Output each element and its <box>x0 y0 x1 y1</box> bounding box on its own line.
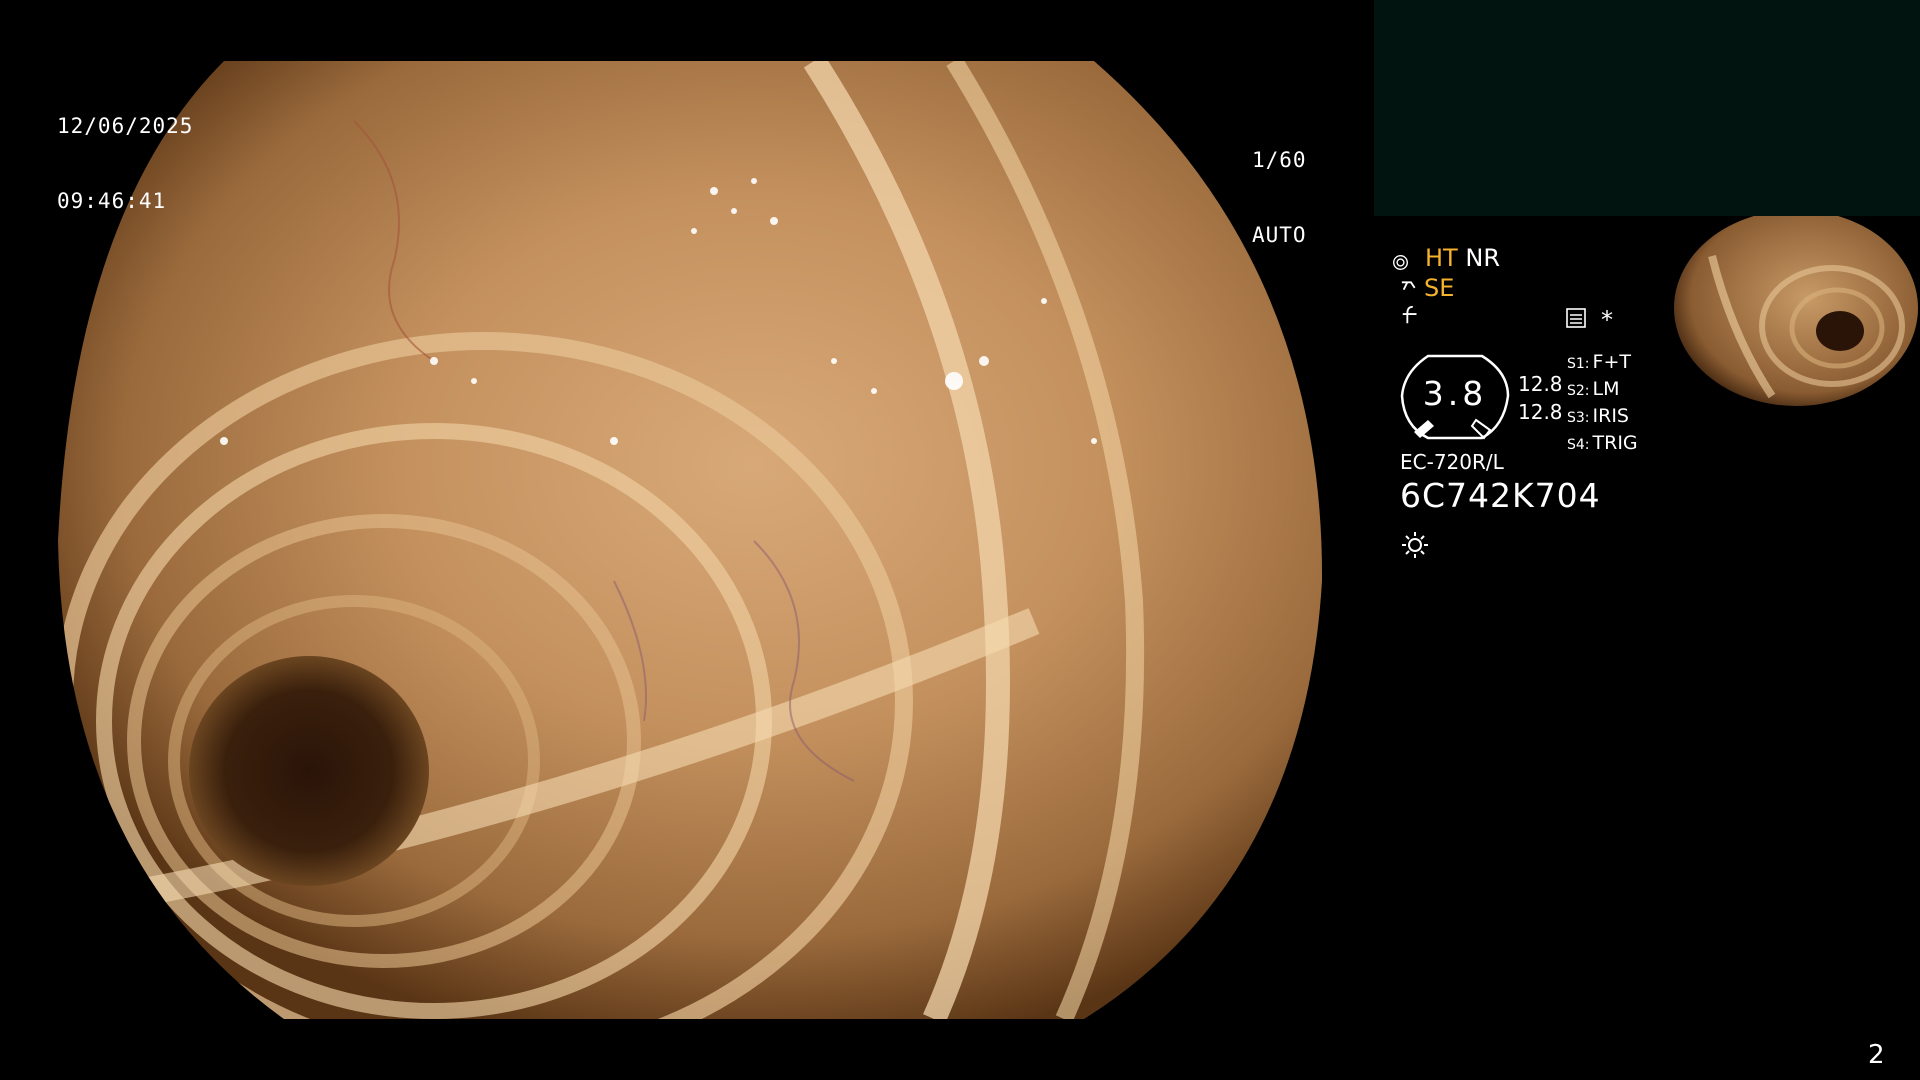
mode-nr-label: NR <box>1465 244 1500 272</box>
date-time-readout: 12/06/2025 09:46:41 <box>57 64 193 239</box>
date-label: 12/06/2025 <box>57 114 194 138</box>
switch-key: S2: <box>1567 383 1590 399</box>
asterisk-indicator: * <box>1601 306 1613 334</box>
switch-value: TRIG <box>1592 432 1638 454</box>
scope-switch-list: S1: F+T S2: LM S3: IRIS S4: TRIG <box>1567 350 1638 458</box>
enhance-value-1: 12.8 <box>1518 372 1563 396</box>
scope-serial-label: 6C742K704 <box>1400 476 1601 515</box>
zoom-badge: 3.8 <box>1400 352 1510 440</box>
exposure-mode-label: AUTO <box>1252 223 1307 247</box>
image-mode-row: HT NR <box>1425 244 1500 272</box>
switch-value: LM <box>1592 378 1620 400</box>
iris-icon <box>1311 227 1409 270</box>
switch-value: IRIS <box>1592 405 1629 427</box>
zoom-value: 3.8 <box>1422 374 1488 413</box>
freeze-row <box>1400 304 1422 332</box>
switch-item: S2: LM <box>1567 377 1638 404</box>
pip-panel <box>1374 0 1920 216</box>
shutter-speed-label: 1/60 <box>1252 148 1307 172</box>
page-number: 2 <box>1868 1040 1885 1070</box>
enhance-values: 12.8 12.8 <box>1518 370 1563 426</box>
structure-enhance-row: SE <box>1400 274 1454 302</box>
light-source-icon <box>1400 530 1430 560</box>
freeze-icon <box>1400 304 1422 332</box>
switch-key: S3: <box>1567 410 1590 426</box>
switch-item: S1: F+T <box>1567 350 1638 377</box>
switch-key: S1: <box>1567 356 1590 372</box>
switch-key: S4: <box>1567 437 1590 453</box>
record-indicators: * <box>1565 306 1613 334</box>
switch-item: S3: IRIS <box>1567 404 1638 431</box>
scope-model-label: EC-720R/L <box>1400 450 1504 474</box>
mode-ht-label: HT <box>1425 244 1458 272</box>
record-list-icon <box>1565 307 1587 333</box>
enhance-value-2: 12.8 <box>1518 400 1563 424</box>
aperture-icon <box>1311 152 1409 195</box>
time-label: 09:46:41 <box>57 189 167 213</box>
scope-tip-icon <box>1400 274 1422 302</box>
switch-item: S4: TRIG <box>1567 431 1638 458</box>
exposure-readout: 1/60 AUTO <box>1252 98 1409 273</box>
captured-image-thumbnail[interactable] <box>1672 216 1920 412</box>
endoscope-live-view <box>54 61 1324 1019</box>
se-label: SE <box>1424 274 1455 302</box>
switch-value: F+T <box>1592 351 1631 373</box>
